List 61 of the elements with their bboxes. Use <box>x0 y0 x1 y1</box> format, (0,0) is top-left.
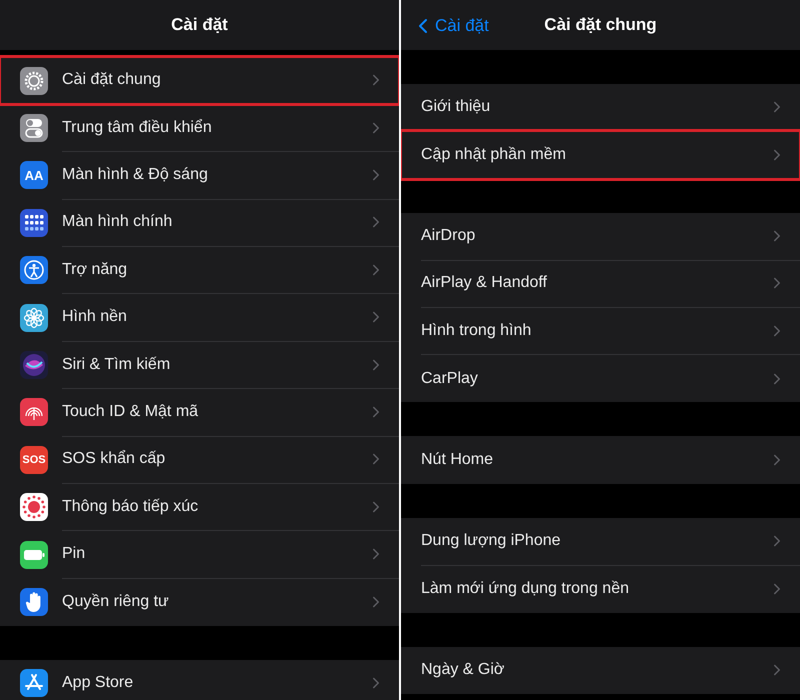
row-label: Hình nền <box>62 308 128 326</box>
settings-row[interactable]: AA Màn hình & Độ sáng <box>0 152 399 200</box>
row-label: Giới thiệu <box>421 98 492 116</box>
row-label: Màn hình chính <box>62 213 174 232</box>
settings-row[interactable]: Touch ID & Mật mã <box>0 388 399 436</box>
settings-row[interactable]: Cài đặt chung <box>0 57 399 104</box>
row-label: Làm mới ứng dụng trong nền <box>421 580 630 598</box>
row-label: Pin <box>62 545 86 564</box>
settings-row[interactable]: Trợ năng <box>0 246 399 294</box>
row-label: Siri & Tìm kiếm <box>62 356 172 374</box>
row-label: AirDrop <box>421 226 476 245</box>
settings-row[interactable]: Cập nhật phần mềm <box>401 131 800 179</box>
row-label: Nút Home <box>421 451 494 470</box>
app-grid-icon <box>20 208 48 237</box>
settings-row[interactable]: Hình nền <box>0 294 399 342</box>
settings-row[interactable]: Dung lượng iPhone <box>401 518 800 566</box>
row-label: Trung tâm điều khiển <box>62 118 213 137</box>
row-label: AirPlay & Handoff <box>421 274 548 292</box>
row-label: Trợ năng <box>62 260 128 279</box>
battery-icon <box>20 540 48 569</box>
settings-row[interactable]: Làm mới ứng dụng trong nền <box>401 565 800 613</box>
app-store-icon <box>20 669 48 698</box>
row-label: Quyền riêng tư <box>62 592 170 611</box>
settings-row[interactable]: Hình trong hình <box>401 308 800 355</box>
screen-title: Cài đặt chung <box>544 15 657 35</box>
sos-icon: SOS <box>20 446 48 474</box>
settings-row[interactable]: AirDrop <box>401 212 800 260</box>
settings-row[interactable]: Giới thiệu <box>401 84 800 132</box>
settings-row[interactable]: Nút Home <box>401 436 800 484</box>
row-label: Hình trong hình <box>421 322 532 340</box>
settings-row[interactable]: AirPlay & Handoff <box>401 260 800 308</box>
settings-row[interactable]: Quyền riêng tư <box>0 578 399 626</box>
settings-row[interactable]: Trung tâm điều khiển <box>0 104 399 152</box>
settings-row[interactable]: Thông báo tiếp xúc <box>0 484 399 531</box>
exposure-icon <box>20 493 48 522</box>
row-label: Màn hình & Độ sáng <box>62 166 209 184</box>
row-label: Ngày & Giờ <box>421 661 506 680</box>
orb-icon <box>20 351 48 380</box>
settings-row[interactable]: App Store <box>0 660 399 700</box>
settings-row[interactable]: Ngày & Giờ <box>401 646 800 694</box>
text-size-icon: AA <box>20 161 48 190</box>
hand-icon <box>20 588 48 616</box>
flower-icon <box>20 304 48 332</box>
toggles-icon <box>20 114 48 142</box>
settings-row[interactable]: Pin <box>0 530 399 578</box>
row-label: Cài đặt chung <box>62 71 162 90</box>
settings-row[interactable]: SOS SOS khẩn cấp <box>0 436 399 484</box>
settings-row[interactable]: Siri & Tìm kiếm <box>0 341 399 389</box>
row-label: SOS khẩn cấp <box>62 450 166 468</box>
row-label: CarPlay <box>421 370 479 388</box>
settings-row[interactable]: CarPlay <box>401 354 800 402</box>
row-label: Dung lượng iPhone <box>421 532 562 550</box>
screen-title: Cài đặt <box>171 15 228 35</box>
back-link[interactable]: Cài đặt <box>411 14 489 38</box>
row-label: Touch ID & Mật mã <box>62 402 200 421</box>
row-label: Thông báo tiếp xúc <box>62 498 200 516</box>
accessibility-icon <box>20 256 48 284</box>
row-label: App Store <box>62 674 134 692</box>
gear-icon <box>20 66 48 95</box>
settings-row[interactable]: Màn hình chính <box>0 199 399 247</box>
row-label: Cập nhật phần mềm <box>421 146 567 164</box>
